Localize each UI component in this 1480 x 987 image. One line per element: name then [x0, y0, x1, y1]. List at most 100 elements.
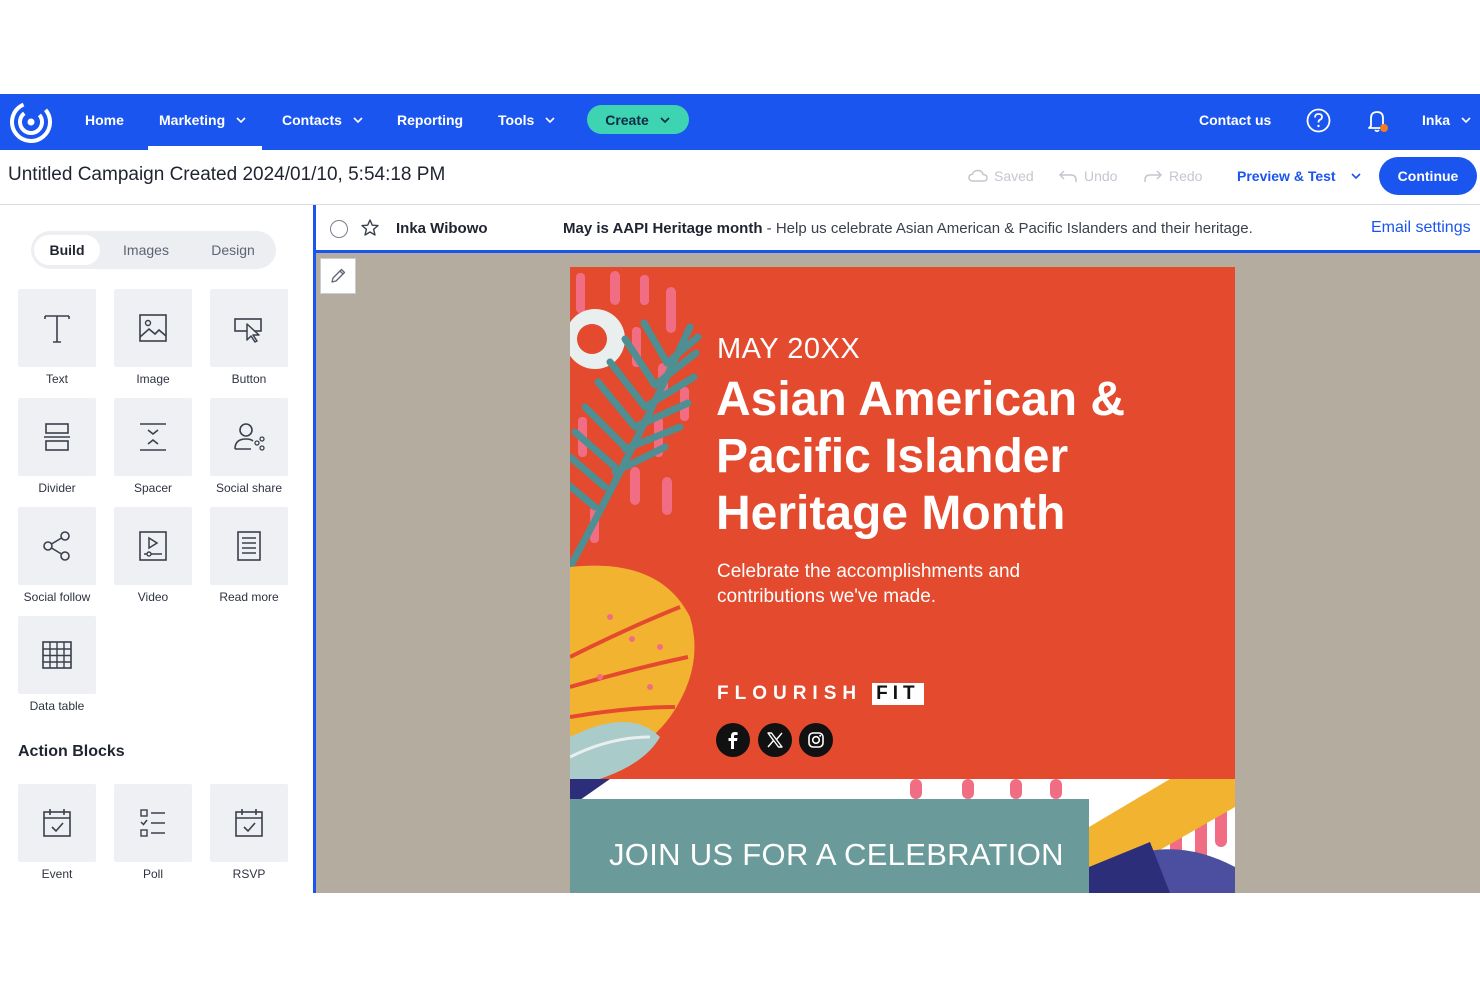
calendar-check-icon [43, 809, 71, 837]
social-share-icon [234, 423, 265, 451]
panel-tabs: Build Images Design [31, 231, 276, 269]
constant-contact-logo-icon[interactable] [8, 99, 54, 145]
nav-marketing[interactable]: Marketing [159, 112, 247, 128]
text-block-label: Text [45, 372, 68, 386]
video-block-tile[interactable] [114, 507, 192, 585]
poll-block-label: Poll [142, 867, 163, 881]
email-info-bar: Inka Wibowo May is AAPI Heritage month -… [316, 205, 1480, 253]
event-block-label: Event [41, 867, 73, 881]
nav-contacts-label: Contacts [282, 112, 342, 128]
instagram-icon[interactable] [799, 723, 833, 757]
social-share-block-tile[interactable] [210, 398, 288, 476]
poll-block-tile[interactable] [114, 784, 192, 862]
email-date: MAY 20XX [717, 333, 861, 365]
nav-tools[interactable]: Tools [498, 112, 556, 128]
email-editor-area: Inka Wibowo May is AAPI Heritage month -… [313, 205, 1480, 893]
facebook-glyph-icon [728, 732, 738, 749]
redo-label: Redo [1169, 168, 1203, 184]
create-button-label: Create [605, 111, 649, 128]
nav-home[interactable]: Home [85, 112, 124, 128]
data-table-block-label: Data table [29, 699, 85, 713]
nav-reporting-label: Reporting [397, 112, 464, 128]
text-block-tile[interactable] [18, 289, 96, 367]
tab-images[interactable]: Images [109, 235, 183, 265]
spacer-block-tile[interactable] [114, 398, 192, 476]
divider-icon [44, 423, 70, 451]
calendar-check-icon [235, 809, 263, 837]
action-blocks-heading: Action Blocks [18, 743, 125, 760]
preview-label: Preview & Test [1237, 168, 1336, 184]
create-button[interactable]: Create [587, 105, 689, 134]
subject-line: May is AAPI Heritage month [563, 220, 763, 237]
email-canvas: MAY 20XX Asian American & Pacific Island… [316, 253, 1480, 893]
read-more-icon [237, 531, 261, 561]
undo-button[interactable]: Undo [1058, 168, 1117, 184]
campaign-title[interactable]: Untitled Campaign Created 2024/01/10, 5:… [8, 164, 445, 186]
facebook-icon[interactable] [716, 723, 750, 757]
brand-name: FLOURISH [717, 683, 863, 704]
chevron-down-icon [353, 117, 363, 124]
undo-label: Undo [1084, 168, 1118, 184]
social-follow-icon [43, 531, 70, 561]
user-menu[interactable]: Inka [1422, 112, 1472, 128]
campaign-header-bar: Untitled Campaign Created 2024/01/10, 5:… [0, 150, 1480, 205]
chevron-down-icon [236, 117, 246, 124]
join-celebration-text: JOIN US FOR A CELEBRATION [609, 837, 1064, 872]
spacer-block-label: Spacer [133, 481, 173, 495]
button-cursor-icon [234, 318, 262, 343]
divider-block-tile[interactable] [18, 398, 96, 476]
x-glyph-icon [767, 732, 783, 748]
tab-design[interactable]: Design [195, 235, 271, 265]
email-settings-link[interactable]: Email settings [1371, 219, 1471, 237]
data-table-block-tile[interactable] [18, 616, 96, 694]
email-hero-block[interactable]: MAY 20XX Asian American & Pacific Island… [570, 267, 1235, 893]
help-icon[interactable] [1305, 107, 1332, 134]
user-name: Inka [1422, 112, 1451, 128]
chevron-down-icon [545, 117, 555, 124]
undo-icon [1058, 170, 1077, 182]
email-subtitle: Celebrate the accomplishments and contri… [717, 561, 1021, 607]
brand-fit: FIT [872, 683, 924, 705]
contact-us-link[interactable]: Contact us [1199, 112, 1271, 128]
chevron-down-icon [660, 116, 670, 123]
x-twitter-icon[interactable] [758, 723, 792, 757]
nav-contacts[interactable]: Contacts [282, 112, 364, 128]
button-block-label: Button [231, 372, 267, 386]
star-icon[interactable] [360, 218, 380, 238]
social-follow-block-label: Social follow [23, 590, 91, 604]
image-block-label: Image [136, 372, 170, 386]
nav-reporting[interactable]: Reporting [397, 112, 463, 128]
data-table-icon [42, 641, 72, 669]
read-more-block-tile[interactable] [210, 507, 288, 585]
notification-badge [1380, 124, 1388, 132]
top-navigation-bar: Home Marketing Contacts Reporting Tools … [0, 94, 1480, 150]
chevron-down-icon [1461, 117, 1471, 124]
contact-us-label: Contact us [1199, 112, 1272, 128]
preview-and-test-button[interactable]: Preview & Test [1237, 168, 1362, 184]
email-headline: Asian American & Pacific Islander Herita… [716, 373, 1126, 540]
redo-icon [1144, 170, 1163, 182]
event-block-tile[interactable] [18, 784, 96, 862]
email-subject-preview: May is AAPI Heritage month - Help us cel… [563, 220, 1253, 237]
social-follow-block-tile[interactable] [18, 507, 96, 585]
sender-name: Inka Wibowo [396, 220, 488, 237]
text-icon [44, 315, 70, 343]
chevron-down-icon [1350, 173, 1361, 180]
nav-marketing-label: Marketing [159, 112, 226, 128]
button-block-tile[interactable] [210, 289, 288, 367]
join-celebration-block[interactable]: JOIN US FOR A CELEBRATION [570, 799, 1089, 893]
continue-button[interactable]: Continue [1379, 157, 1477, 195]
edit-button[interactable] [320, 258, 356, 294]
tab-build[interactable]: Build [34, 235, 100, 265]
rsvp-block-tile[interactable] [210, 784, 288, 862]
saved-label: Saved [994, 168, 1034, 184]
video-block-label: Video [137, 590, 169, 604]
poll-list-icon [140, 809, 165, 837]
image-block-tile[interactable] [114, 289, 192, 367]
video-icon [139, 531, 167, 561]
select-radio[interactable] [330, 220, 348, 238]
rsvp-block-label: RSVP [232, 867, 266, 881]
spacer-icon [140, 423, 166, 451]
instagram-glyph-icon [808, 732, 824, 748]
redo-button[interactable]: Redo [1143, 168, 1202, 184]
